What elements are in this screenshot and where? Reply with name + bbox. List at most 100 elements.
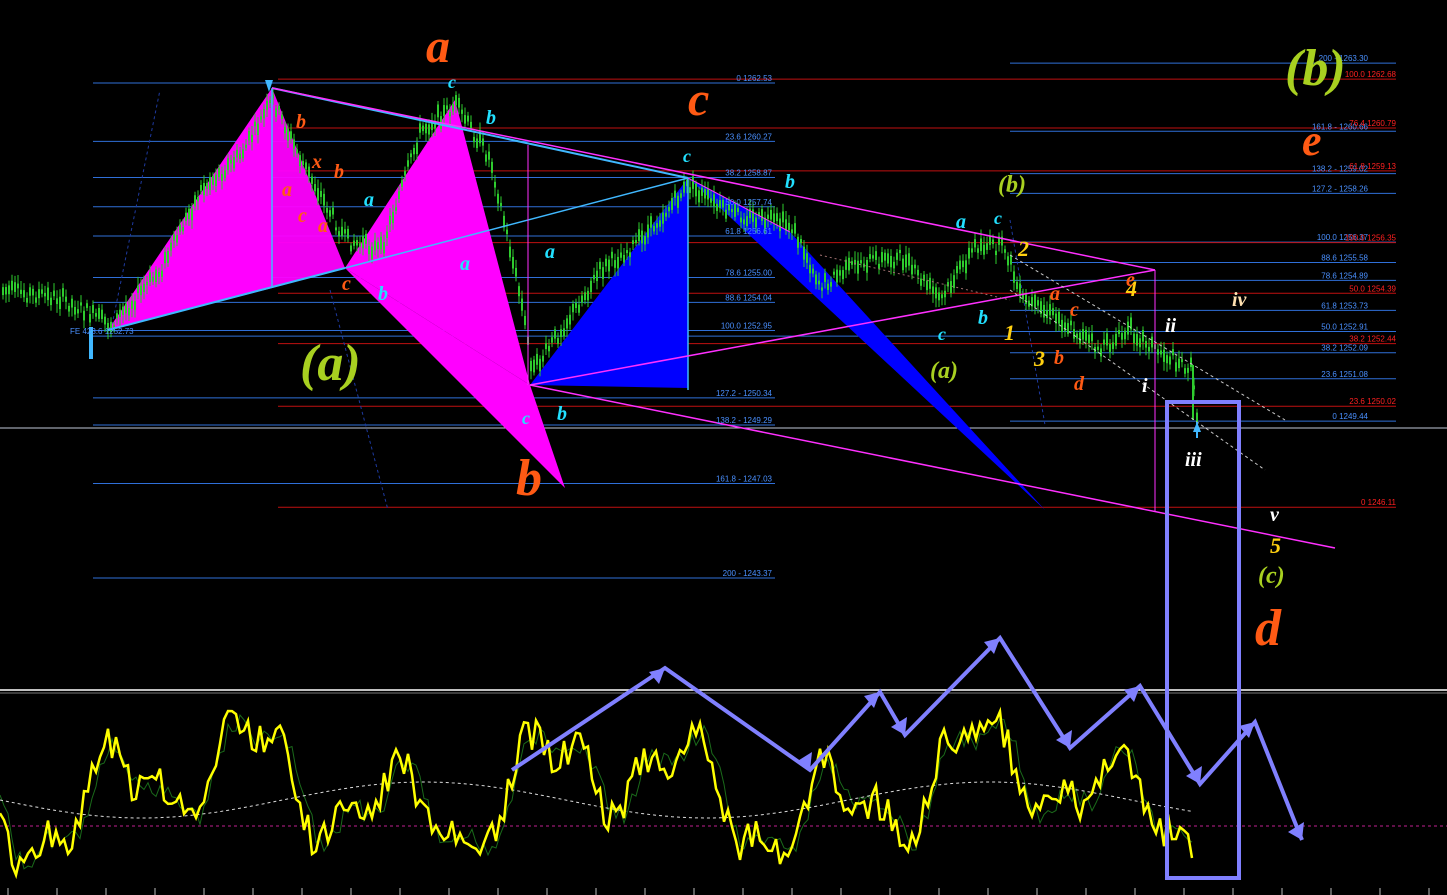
- candle-body: [872, 255, 874, 259]
- candle-body: [242, 149, 244, 159]
- fib-label: 200 - 1243.37: [723, 569, 773, 578]
- candle-body: [161, 270, 163, 277]
- candle-body: [563, 328, 565, 337]
- candle-body: [1037, 300, 1039, 306]
- candle-body: [1175, 362, 1177, 372]
- wave-label-d-big: d: [1255, 600, 1282, 657]
- fib-label: 127.2 - 1258.26: [1312, 184, 1369, 193]
- candle-body: [23, 290, 25, 298]
- candle-body: [203, 182, 205, 196]
- wave-label-a-paren-small: (a): [930, 358, 958, 384]
- candle-body: [521, 298, 523, 311]
- wave-label-c: c: [938, 324, 946, 344]
- candle-body: [1124, 330, 1126, 340]
- candle-body: [1016, 281, 1018, 290]
- candle-body: [611, 251, 613, 259]
- wave-label-d: d: [1074, 373, 1085, 395]
- candle-body: [533, 359, 535, 373]
- fib-label: 88.6 1254.04: [725, 293, 772, 302]
- candle-body: [836, 269, 838, 283]
- candle-body: [614, 260, 616, 268]
- wave-label-b-big: b: [516, 450, 542, 507]
- wave-label-i: i: [1142, 375, 1148, 397]
- candle-body: [233, 157, 235, 169]
- candle-body: [1160, 350, 1162, 355]
- candle-body: [446, 105, 448, 110]
- candle-body: [1046, 310, 1048, 319]
- candle-body: [557, 338, 559, 344]
- candle-body: [569, 314, 571, 325]
- candle-body: [29, 287, 31, 296]
- candle-body: [215, 174, 217, 186]
- candle-body: [245, 144, 247, 148]
- candle-body: [5, 287, 7, 295]
- candle-body: [680, 193, 682, 198]
- candle-body: [344, 229, 346, 234]
- fib-label: 138.2 - 1249.29: [716, 416, 773, 425]
- candle-body: [329, 210, 331, 217]
- candle-body: [746, 216, 748, 227]
- candle-body: [932, 286, 934, 294]
- candle-body: [1151, 336, 1153, 348]
- candle-body: [101, 309, 103, 319]
- candle-body: [299, 155, 301, 166]
- candle-body: [545, 343, 547, 350]
- candle-body: [224, 170, 226, 178]
- candle-body: [767, 214, 769, 219]
- candle-body: [269, 100, 271, 104]
- candle-body: [977, 248, 979, 253]
- candle-body: [254, 121, 256, 127]
- candle-body: [683, 181, 685, 193]
- candle-body: [536, 353, 538, 365]
- candle-body: [1049, 304, 1051, 316]
- wave-label-x: x: [311, 151, 322, 173]
- candle-body: [236, 149, 238, 158]
- candle-body: [878, 263, 880, 269]
- candle-body: [335, 227, 337, 231]
- candle-body: [740, 217, 742, 223]
- candle-body: [698, 190, 700, 203]
- wave-label-c: c: [994, 208, 1002, 228]
- candle-body: [605, 258, 607, 267]
- candle-body: [857, 260, 859, 274]
- candle-body: [800, 239, 802, 244]
- candle-body: [263, 109, 265, 119]
- candle-body: [554, 329, 556, 339]
- candle-body: [1073, 329, 1075, 339]
- candle-body: [833, 271, 835, 275]
- candle-body: [317, 188, 319, 201]
- wave-label-b: b: [334, 161, 344, 183]
- wave-label-ii: ii: [1165, 315, 1177, 337]
- candle-body: [911, 264, 913, 275]
- candle-body: [1121, 333, 1123, 340]
- candle-body: [1190, 357, 1192, 368]
- candle-body: [365, 233, 367, 244]
- candle-body: [1157, 349, 1159, 355]
- candle-body: [1088, 334, 1090, 344]
- chart-canvas[interactable]: FE 423.6 1252.73 0 1262.53 23.6 1260.27 38.…: [0, 0, 1447, 895]
- candle-body: [944, 290, 946, 298]
- candle-body: [584, 292, 586, 301]
- candle-body: [395, 207, 397, 211]
- candle-body: [128, 307, 130, 316]
- wave-label-b: b: [978, 307, 988, 329]
- candle-body: [506, 229, 508, 235]
- candle-body: [332, 207, 334, 215]
- candle-body: [116, 313, 118, 319]
- candle-body: [95, 313, 97, 317]
- candle-body: [956, 266, 958, 274]
- candle-body: [296, 149, 298, 154]
- candle-body: [983, 244, 985, 255]
- candle-body: [206, 183, 208, 189]
- candle-body: [713, 194, 715, 207]
- candle-body: [893, 261, 895, 269]
- candle-body: [587, 290, 589, 301]
- wave-label-a: a: [364, 189, 374, 211]
- fib-label: 23.6 1251.08: [1321, 370, 1368, 379]
- candle-body: [839, 270, 841, 276]
- candle-body: [341, 226, 343, 237]
- candle-body: [626, 250, 628, 254]
- candle-body: [290, 131, 292, 139]
- fib-label: 127.2 - 1250.34: [716, 389, 773, 398]
- fib-label: 38.2 1258.87: [725, 169, 772, 178]
